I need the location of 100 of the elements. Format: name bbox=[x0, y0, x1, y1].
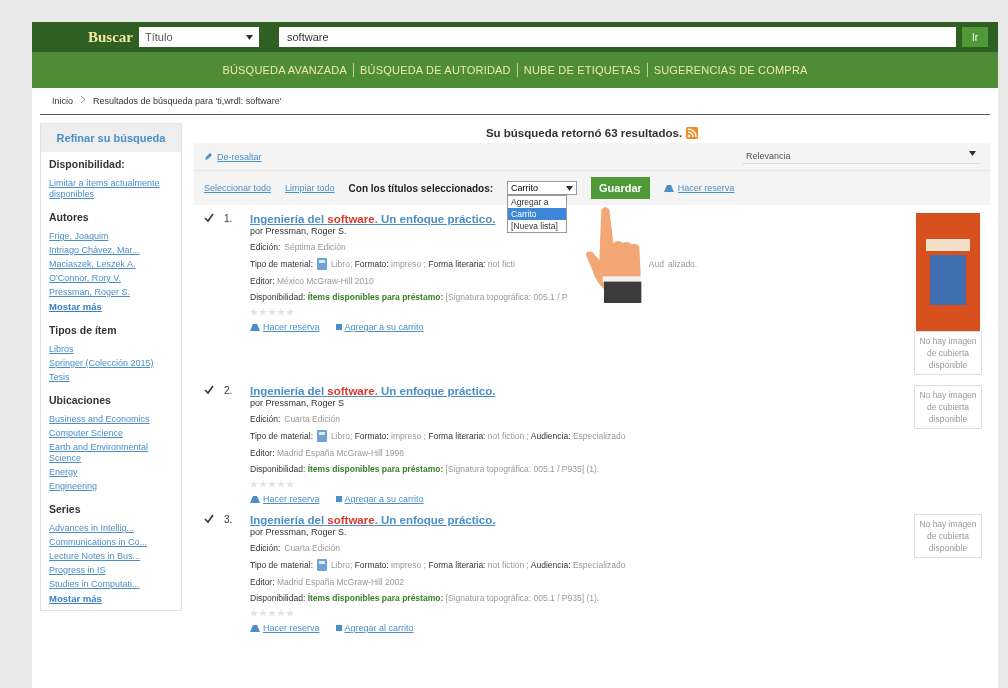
edition-text: Cuarta Edición bbox=[284, 414, 340, 424]
material-text: Libro; Formato: impreso ; Forma literaria: not fiction ; Audiencia: Especializado bbox=[331, 560, 626, 570]
facet-link[interactable]: Libros bbox=[49, 344, 171, 355]
facet-link[interactable]: O'Connor, Rory V. bbox=[49, 273, 171, 284]
facet-link[interactable]: Springer (Colección 2015) bbox=[49, 358, 171, 369]
unhighlight-link[interactable]: De-resaltar bbox=[204, 151, 262, 162]
no-cover-text: No hay imagen de cubierta disponible bbox=[914, 514, 982, 558]
author-text: por Pressman, Roger S. bbox=[250, 226, 347, 236]
chevron-icon bbox=[81, 96, 85, 103]
facet-link[interactable]: Computer Science bbox=[49, 428, 171, 439]
facet-link[interactable]: Intriago Chávez, Mar... bbox=[49, 245, 171, 256]
facet-link[interactable]: Communications in Co... bbox=[49, 537, 171, 548]
book-icon bbox=[317, 559, 327, 571]
result-number: 1. bbox=[224, 213, 234, 226]
facet-heading: Ubicaciones bbox=[49, 394, 112, 406]
availability-text: Disponibilidad: Ítems disponibles para préstamo: [Signatura topográfica: 005.1 / P935] (1). bbox=[250, 593, 600, 603]
pencil-icon bbox=[204, 152, 213, 161]
cart-icon bbox=[335, 496, 342, 502]
rss-icon[interactable] bbox=[686, 127, 699, 139]
material-text: Libro; Formato: impreso ; Forma literaria: not fiction ; Audiencia: Especializado bbox=[331, 431, 626, 441]
caret-icon bbox=[566, 185, 574, 191]
cart-link[interactable]: Agregar a su carrito bbox=[335, 322, 424, 332]
search-index-select[interactable]: Título bbox=[139, 27, 259, 47]
breadcrumb-link[interactable]: Inicio bbox=[52, 96, 73, 106]
facet-link[interactable]: Tesis bbox=[49, 372, 171, 383]
nav-link[interactable]: BÚSQUEDA AVANZADA bbox=[222, 64, 348, 76]
material-text: Aud bbox=[648, 259, 664, 269]
facet-heading: Autores bbox=[49, 211, 90, 223]
result-title[interactable]: Ingeniería del software. Un enfoque práctico. bbox=[250, 514, 496, 526]
breadcrumb-link[interactable]: Resultados de búsqueda para 'ti,wrdl: software' bbox=[93, 96, 282, 106]
hold-icon bbox=[250, 624, 260, 632]
selected-titles-label: Con los títulos seleccionados: bbox=[348, 182, 494, 194]
edition-label: Edición: bbox=[250, 543, 281, 553]
facet-link[interactable]: Lecture Notes in Bus... bbox=[49, 551, 171, 562]
facet-heading: Tipos de ítem bbox=[49, 324, 118, 336]
nav-link[interactable]: NUBE DE ETIQUETAS bbox=[523, 64, 641, 76]
material-text: alizado. bbox=[667, 259, 698, 269]
facet-link[interactable]: Studies in Computati... bbox=[49, 579, 171, 590]
material-label: Tipo de material: bbox=[250, 259, 313, 269]
hold-link[interactable]: Hacer reserva bbox=[663, 183, 735, 193]
clear-all-link[interactable]: Limpiar todo bbox=[285, 183, 335, 193]
author-text: por Pressman, Roger S bbox=[250, 398, 345, 408]
result-title[interactable]: Ingeniería del software. Un enfoque práctico. bbox=[250, 213, 496, 225]
hold-link[interactable]: Hacer reserva bbox=[250, 623, 320, 633]
facet-link[interactable]: Limitar a ítems actualmente disponibles bbox=[49, 178, 171, 200]
nav-link[interactable]: BÚSQUEDA DE AUTORIDAD bbox=[360, 64, 511, 76]
result-number: 3. bbox=[224, 514, 234, 527]
facet-link[interactable]: Frige, Joaquim bbox=[49, 231, 171, 242]
facet-link[interactable]: Business and Economics bbox=[49, 414, 171, 425]
facet-link[interactable]: Advances in Intellig... bbox=[49, 523, 171, 534]
cart-link[interactable]: Agregar al carrito bbox=[335, 623, 414, 633]
dropdown-option[interactable]: Carrito bbox=[508, 208, 567, 220]
select-all-link[interactable]: Seleccionar todo bbox=[204, 183, 272, 193]
checkmark-icon[interactable] bbox=[204, 514, 214, 524]
edition-label: Edición: bbox=[250, 242, 281, 252]
result-number: 2. bbox=[224, 385, 234, 398]
availability-text: Disponibilidad: Ítems disponibles para préstamo: [Signatura topográfica: 005.1 / P935] (1). bbox=[250, 464, 600, 474]
refine-title: Refinar su búsqueda bbox=[41, 124, 181, 152]
list-select[interactable]: Carrito bbox=[507, 181, 578, 195]
facet-link[interactable]: Earth and Environmental Science bbox=[49, 442, 171, 464]
material-label: Tipo de material: bbox=[250, 560, 313, 570]
hold-icon bbox=[250, 495, 260, 503]
facet-link[interactable]: Energy bbox=[49, 467, 171, 478]
no-cover-text: No hay imagen de cubierta disponible bbox=[914, 331, 982, 375]
edition-label: Edición: bbox=[250, 414, 281, 424]
results-summary: Su búsqueda retornó 63 resultados. bbox=[485, 127, 683, 139]
facet-link[interactable]: Maciaszek, Leszek A. bbox=[49, 259, 171, 270]
facet-link[interactable]: Pressman, Roger S. bbox=[49, 287, 171, 298]
hold-link[interactable]: Hacer reserva bbox=[250, 322, 320, 332]
facet-link[interactable]: Engineering bbox=[49, 481, 171, 492]
search-field[interactable]: software bbox=[279, 27, 956, 47]
facet-heading: Disponibilidad: bbox=[49, 158, 126, 170]
sort-select[interactable]: Relevancia bbox=[742, 149, 980, 164]
show-more-link[interactable]: Mostar más bbox=[49, 593, 171, 604]
cart-icon bbox=[335, 324, 342, 330]
checkmark-icon[interactable] bbox=[204, 213, 214, 223]
hold-icon bbox=[663, 184, 674, 192]
result-title[interactable]: Ingeniería del software. Un enfoque práctico. bbox=[250, 385, 496, 397]
checkmark-icon[interactable] bbox=[204, 385, 214, 395]
book-icon bbox=[317, 258, 327, 270]
edition-text: Cuarta Edición bbox=[284, 543, 340, 553]
caret-icon bbox=[246, 34, 253, 40]
book-icon bbox=[317, 430, 327, 442]
cart-link[interactable]: Agregar a su carrito bbox=[335, 494, 424, 504]
publisher-text: Editor: Madrid España McGraw-Hill 2002 bbox=[250, 577, 405, 587]
hold-link[interactable]: Hacer reserva bbox=[250, 494, 320, 504]
material-label: Tipo de material: bbox=[250, 431, 313, 441]
caret-icon bbox=[969, 151, 976, 156]
search-label: Buscar bbox=[88, 28, 133, 46]
edition-text: Séptima Edición bbox=[284, 242, 346, 252]
go-button[interactable]: Ir bbox=[962, 27, 988, 47]
publisher-text: Editor: México McGraw-Hill 2010 bbox=[250, 276, 374, 286]
nav-link[interactable]: SUGERENCIAS DE COMPRA bbox=[653, 64, 808, 76]
publisher-text: Editor: Madrid España McGraw-Hill 1998 bbox=[250, 448, 405, 458]
save-button[interactable]: Guardar bbox=[591, 177, 650, 199]
no-cover-text: No hay imagen de cubierta disponible bbox=[914, 385, 982, 429]
material-text: Libro; Formato: impreso ; Forma literaria: not ficti bbox=[331, 259, 515, 269]
hold-icon bbox=[250, 323, 260, 331]
facet-link[interactable]: Progress in IS bbox=[49, 565, 171, 576]
show-more-link[interactable]: Mostar más bbox=[49, 301, 171, 312]
